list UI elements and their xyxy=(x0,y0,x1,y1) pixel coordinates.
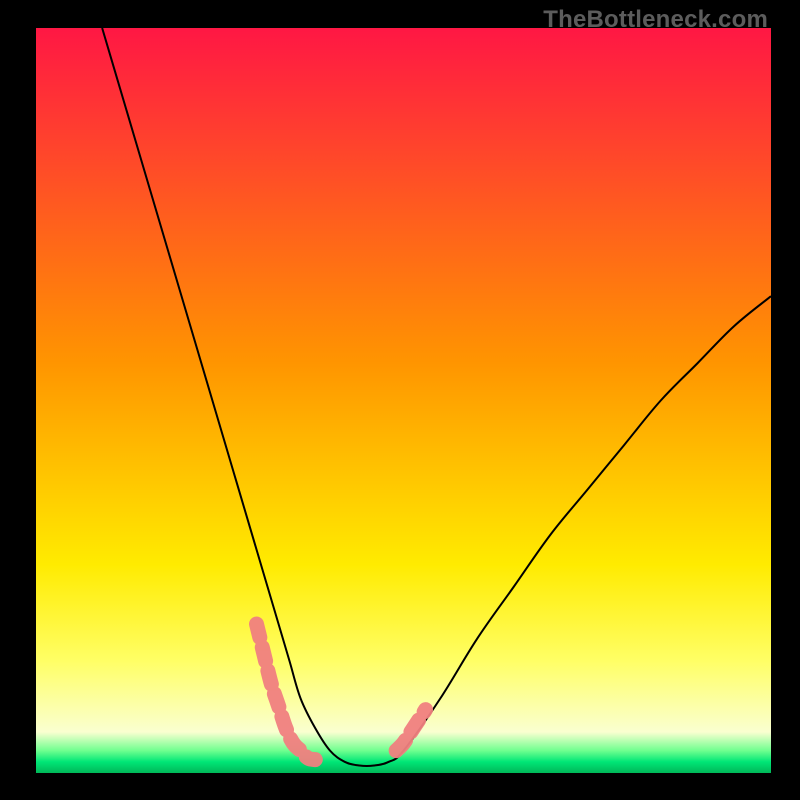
bottleneck-chart xyxy=(36,28,771,773)
